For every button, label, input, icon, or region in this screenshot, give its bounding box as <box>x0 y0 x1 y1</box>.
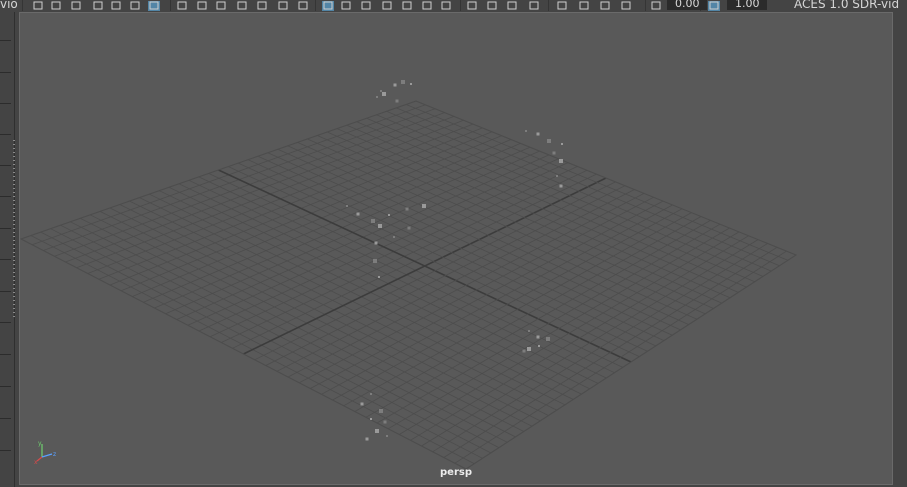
scene-object <box>379 409 383 413</box>
isolate-select-icon[interactable] <box>528 0 540 11</box>
right-panel-edge <box>893 12 907 487</box>
scene-object <box>410 83 412 85</box>
scene-object <box>346 205 348 207</box>
scene-object <box>522 349 526 353</box>
grid-line <box>405 104 788 261</box>
xray-joints-icon[interactable] <box>578 0 590 11</box>
safe-action-icon[interactable] <box>256 0 268 11</box>
scene-object <box>546 337 550 341</box>
color-space-selector[interactable]: ACES 1.0 SDR-vid <box>794 0 899 11</box>
view-menu-fragment[interactable]: vio <box>0 0 18 11</box>
axis-y-label: y <box>38 440 42 447</box>
scene-object <box>527 347 531 351</box>
scene-object <box>393 83 397 87</box>
axis-z-line <box>41 453 53 458</box>
bookmark-icon[interactable] <box>70 0 82 11</box>
scene-object <box>559 184 563 188</box>
scene-object <box>401 80 405 84</box>
xray-icon[interactable] <box>556 0 568 11</box>
scene-object <box>383 420 387 424</box>
camera-attributes-icon[interactable] <box>50 0 62 11</box>
use-all-lights-icon[interactable] <box>401 0 413 11</box>
film-gate-icon[interactable] <box>176 0 188 11</box>
gamma-icon[interactable] <box>650 0 662 11</box>
camera-icon[interactable] <box>32 0 44 11</box>
2d-pan-zoom-icon[interactable] <box>110 0 122 11</box>
depth-of-field-icon[interactable] <box>506 0 518 11</box>
motion-blur-icon[interactable] <box>466 0 478 11</box>
gate-mask-icon[interactable] <box>215 0 227 11</box>
toolbar-separator <box>460 0 461 11</box>
axis-gizmo: y x z <box>34 440 56 465</box>
toolbar-separator <box>22 0 23 11</box>
grid-line <box>376 114 764 277</box>
smooth-shade-icon[interactable] <box>322 0 334 11</box>
scene-object <box>388 214 390 216</box>
scene-object <box>395 99 399 103</box>
image-plane-icon[interactable] <box>92 0 104 11</box>
axis-x-line <box>36 456 43 462</box>
gamma-field[interactable]: 1.00 <box>727 0 767 10</box>
toolbar-separator <box>315 0 316 11</box>
scene-object <box>407 226 411 230</box>
resolution-gate-icon[interactable] <box>196 0 208 11</box>
screen-space-ao-icon[interactable] <box>440 0 452 11</box>
scene-object <box>538 345 540 347</box>
scene-object <box>378 224 382 228</box>
grid-line <box>410 235 749 441</box>
exposure-field[interactable]: 0.00 <box>667 0 707 10</box>
scene-object <box>378 276 380 278</box>
axis-x-label: x <box>34 459 38 465</box>
scene-object <box>374 241 378 245</box>
wireframe-on-shaded-icon[interactable] <box>360 0 372 11</box>
scene-object <box>386 435 388 437</box>
scene-object <box>393 236 395 238</box>
scene-object <box>371 219 375 223</box>
grid-icon[interactable] <box>148 0 160 11</box>
scene-object <box>370 418 372 420</box>
scene-object <box>561 143 563 145</box>
toolbar-separator <box>645 0 646 11</box>
scene-object <box>360 402 364 406</box>
scene-object <box>536 335 540 339</box>
left-tool-strip <box>0 0 15 487</box>
textured-icon[interactable] <box>381 0 393 11</box>
wireframe-icon[interactable] <box>297 0 309 11</box>
scene-object <box>547 139 551 143</box>
grease-pencil-icon[interactable] <box>129 0 141 11</box>
scene-object <box>536 132 540 136</box>
field-chart-icon[interactable] <box>236 0 248 11</box>
scene-object <box>556 175 558 177</box>
scene-object <box>552 151 556 155</box>
scene-object <box>356 212 360 216</box>
viewport-toolbar: vio 0.00 1.00 ACES 1.0 SDR-vid <box>0 0 907 12</box>
scene-object <box>525 130 527 132</box>
scene-object <box>528 330 530 332</box>
scene-object <box>405 207 409 211</box>
axis-z-label: z <box>53 451 56 458</box>
toolbar-separator <box>548 0 549 11</box>
scene-object <box>380 90 382 92</box>
scene-object <box>370 393 372 395</box>
use-default-material-icon[interactable] <box>340 0 352 11</box>
scene-object <box>365 437 369 441</box>
xray-active-components-icon[interactable] <box>599 0 611 11</box>
grid-line <box>443 246 778 458</box>
scene-object <box>559 159 563 163</box>
exposure-icon[interactable] <box>620 0 632 11</box>
scene-object <box>376 96 378 98</box>
camera-name-label: persp <box>440 467 472 478</box>
scene-object <box>375 429 379 433</box>
perspective-viewport[interactable]: y x z persp <box>19 12 893 485</box>
safe-title-icon[interactable] <box>277 0 289 11</box>
scene-object <box>382 92 386 96</box>
viewport-scene[interactable] <box>20 13 893 485</box>
shadows-icon[interactable] <box>421 0 433 11</box>
toolbar-separator <box>170 0 171 11</box>
scene-object <box>422 204 426 208</box>
anti-aliasing-icon[interactable] <box>486 0 498 11</box>
scene-object <box>373 259 377 263</box>
grid-line <box>432 243 768 453</box>
color-management-icon[interactable] <box>708 0 720 11</box>
